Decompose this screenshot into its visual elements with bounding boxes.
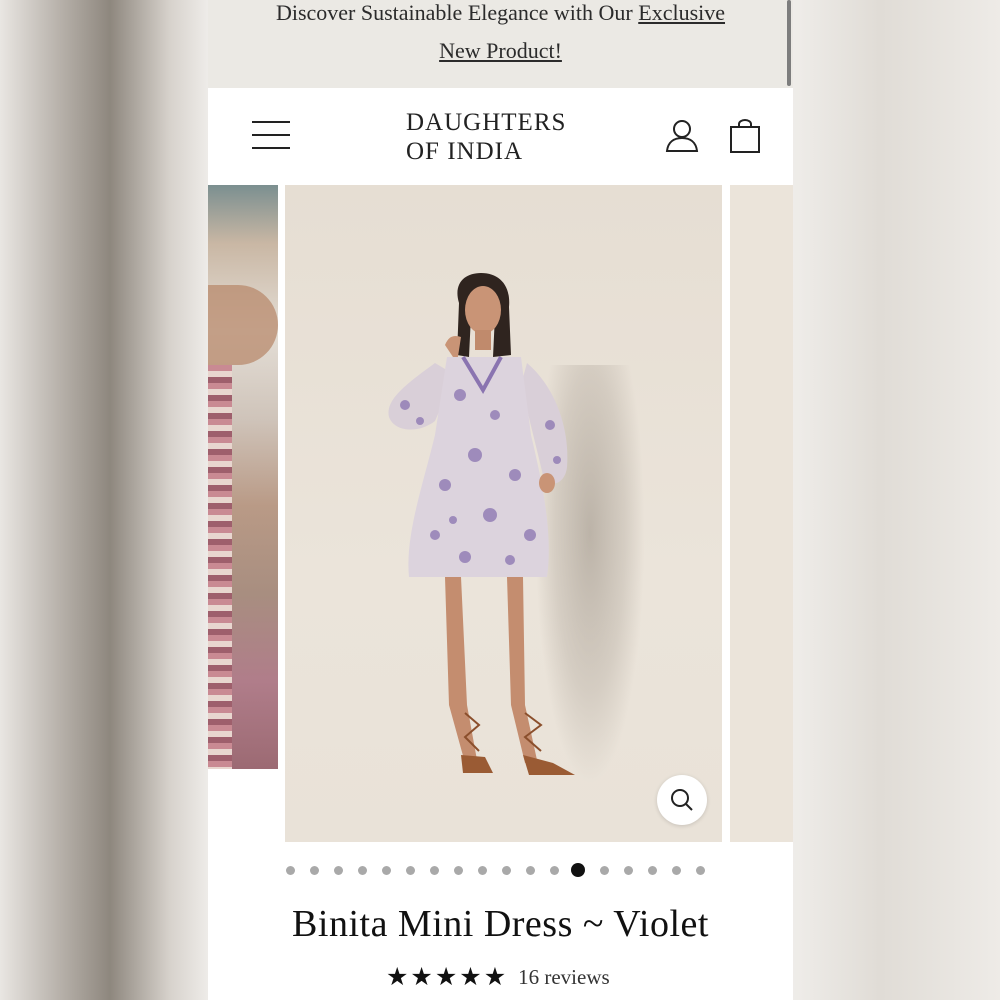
carousel-dot[interactable] <box>381 866 391 875</box>
hamburger-icon <box>252 121 290 123</box>
carousel-dot[interactable] <box>285 866 295 875</box>
carousel-dot[interactable] <box>309 866 319 875</box>
announcement-line-1: Discover Sustainable Elegance with Our E… <box>208 0 793 32</box>
carousel-dot[interactable] <box>647 866 657 875</box>
cart-button[interactable] <box>727 118 763 154</box>
carousel-dot[interactable] <box>477 866 487 875</box>
announcement-line-2: New Product! <box>208 32 793 70</box>
previous-slide-image[interactable] <box>208 185 278 769</box>
scrollbar[interactable] <box>787 0 791 86</box>
star-icon: ★ <box>410 962 433 991</box>
hamburger-icon-line <box>252 134 290 136</box>
star-icon: ★ <box>459 962 482 991</box>
hamburger-icon-line <box>252 147 290 149</box>
logo-line-1: DAUGHTERS <box>406 109 567 136</box>
mobile-page: Discover Sustainable Elegance with Our E… <box>208 0 793 1000</box>
shopping-bag-icon <box>730 119 760 153</box>
carousel-dot[interactable] <box>333 866 343 875</box>
announcement-link-new-product[interactable]: New Product! <box>439 38 562 63</box>
announcement-text: Discover Sustainable Elegance with Our <box>275 0 639 25</box>
user-icon <box>665 120 699 152</box>
carousel-dot[interactable] <box>671 866 681 875</box>
magnifier-icon <box>671 789 693 811</box>
site-header: DAUGHTERS OF INDIA <box>208 88 793 185</box>
rating-stars: ★ ★ ★ ★ ★ <box>386 962 506 992</box>
main-product-image[interactable] <box>285 185 722 842</box>
carousel-pagination <box>208 862 793 878</box>
menu-button[interactable] <box>252 121 290 151</box>
carousel-dot-active[interactable] <box>571 863 585 877</box>
carousel-dot[interactable] <box>599 866 609 875</box>
product-rating[interactable]: ★ ★ ★ ★ ★ 16 reviews <box>386 962 610 992</box>
carousel-dot[interactable] <box>525 866 535 875</box>
star-icon: ★ <box>386 962 409 991</box>
announcement-bar: Discover Sustainable Elegance with Our E… <box>208 0 793 88</box>
carousel-dot[interactable] <box>429 866 439 875</box>
next-slide-image[interactable] <box>730 185 793 842</box>
carousel-dot[interactable] <box>695 866 705 875</box>
brand-logo[interactable]: DAUGHTERS OF INDIA <box>406 108 606 166</box>
reviews-count[interactable]: 16 reviews <box>518 965 610 990</box>
product-image-carousel[interactable] <box>208 185 793 842</box>
account-button[interactable] <box>664 118 700 154</box>
zoom-button[interactable] <box>657 775 707 825</box>
carousel-dot[interactable] <box>405 866 415 875</box>
star-icon: ★ <box>434 962 458 991</box>
carousel-dot[interactable] <box>623 866 633 875</box>
star-icon: ★ <box>483 962 507 991</box>
announcement-link-exclusive[interactable]: Exclusive <box>638 0 725 25</box>
logo-line-2: OF INDIA <box>406 138 524 165</box>
product-title: Binita Mini Dress ~ Violet <box>292 903 709 945</box>
carousel-dot[interactable] <box>453 866 463 875</box>
artisan-arm <box>208 285 278 365</box>
carousel-dot[interactable] <box>501 866 511 875</box>
carousel-dot[interactable] <box>549 866 559 875</box>
printed-fabric <box>208 365 232 769</box>
carousel-dot[interactable] <box>357 866 367 875</box>
model-illustration <box>388 273 575 775</box>
